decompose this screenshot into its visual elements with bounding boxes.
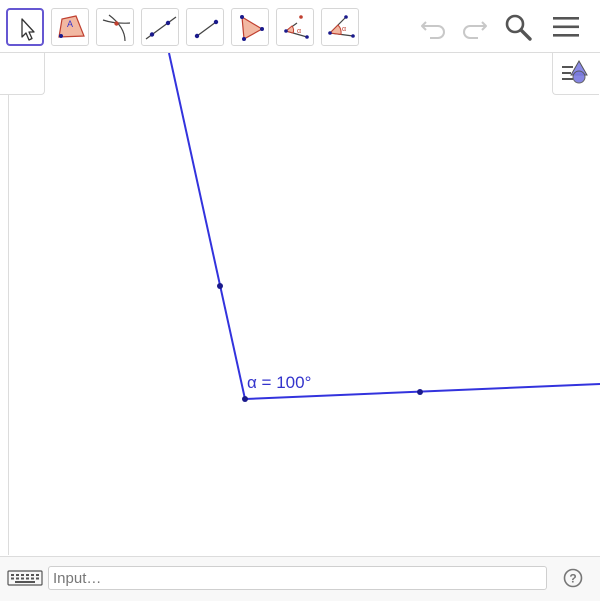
style-bar-toggle[interactable] [552,53,599,95]
search-button[interactable] [499,8,537,46]
graphics-view[interactable]: α = 100° [9,53,600,555]
redo-icon [463,21,487,39]
point-on-right-ray[interactable] [417,389,423,395]
angle-tool-button[interactable]: α [276,8,314,46]
angle-icon: α [284,15,309,39]
intersect-tool-button[interactable] [96,8,134,46]
line-icon [145,16,177,40]
input-field[interactable] [48,566,547,590]
svg-text:A: A [67,19,73,29]
segment-icon [194,19,219,39]
angle-given-size-icon: α [328,15,355,38]
redo-button[interactable] [454,8,492,46]
input-bar: ? [0,556,600,601]
ray-upper[interactable] [168,53,246,400]
vertex-point[interactable] [242,396,248,402]
algebra-view-edge [0,95,9,555]
triangle-icon [240,15,264,41]
move-arrow-icon [21,18,35,41]
menu-icon [553,17,579,37]
line-tool-button[interactable] [141,8,179,46]
toolbar: A α α [0,0,600,53]
angle-given-size-tool-button[interactable]: α [321,8,359,46]
polygon-tool-button[interactable]: A [51,8,89,46]
intersect-icon [102,14,131,42]
svg-text:α: α [297,28,301,35]
svg-text:?: ? [569,572,576,586]
keyboard-icon[interactable] [6,567,44,589]
undo-icon [421,21,445,39]
angle-label[interactable]: α = 100° [247,373,311,392]
main-menu-button[interactable] [547,8,585,46]
undo-button[interactable] [416,8,454,46]
move-tool-button[interactable] [6,8,44,46]
polygon-icon: A [58,15,85,38]
help-icon[interactable]: ? [562,567,584,589]
point-on-upper-ray[interactable] [217,283,223,289]
geometry-canvas[interactable]: α = 100° [9,53,600,555]
style-bar-icon [562,59,588,84]
search-icon [505,14,532,41]
svg-text:α: α [342,26,346,33]
segment-tool-button[interactable] [186,8,224,46]
triangle-tool-button[interactable] [231,8,269,46]
